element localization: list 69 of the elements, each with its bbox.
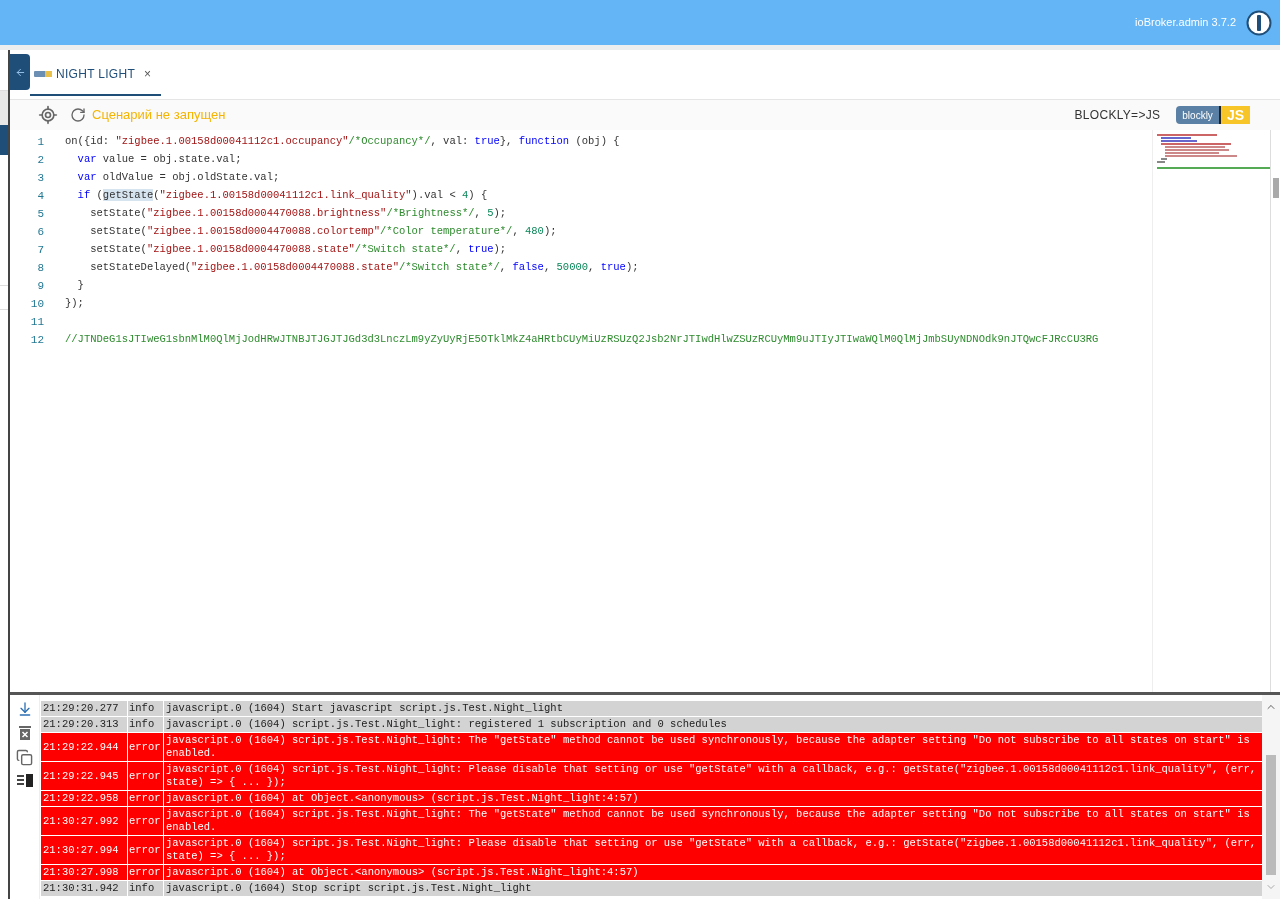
minimap[interactable] bbox=[1152, 130, 1270, 692]
log-time: 21:29:20.277 bbox=[41, 701, 128, 716]
code-line: var value = obj.state.val; bbox=[76, 152, 242, 168]
log-message: javascript.0 (1604) script.js.Test.Night_light: Please disable that setting or use "getState" with a callback, e.g.: getState("zigbee.1.00158d00041112c1.link_quality", (err, state) => { ... }); bbox=[164, 762, 1262, 790]
line-number: 5 bbox=[36, 206, 44, 222]
script-tab[interactable]: NIGHT LIGHT × bbox=[30, 53, 162, 96]
log-severity: info bbox=[128, 701, 164, 716]
log-severity: error bbox=[128, 791, 164, 806]
log-severity: error bbox=[128, 762, 164, 790]
log-severity: info bbox=[128, 881, 164, 896]
log-time: 21:29:22.945 bbox=[41, 762, 128, 790]
line-number: 1 bbox=[36, 134, 44, 150]
log-time: 21:29:22.958 bbox=[41, 791, 128, 806]
log-severity: error bbox=[128, 865, 164, 880]
line-number: 3 bbox=[36, 170, 44, 186]
scrollbar-thumb[interactable] bbox=[1266, 755, 1276, 875]
code-line: } bbox=[76, 278, 84, 294]
code-line: setStateDelayed("zigbee.1.00158d0004470088.state"/*Switch state*/, false, 50000, true); bbox=[89, 260, 639, 276]
script-status: Сценарий не запущен bbox=[92, 106, 226, 125]
code-line: }); bbox=[65, 296, 84, 312]
back-button[interactable] bbox=[10, 54, 30, 90]
line-number: 8 bbox=[36, 260, 44, 276]
code-line: setState("zigbee.1.00158d0004470088.state"/*Switch state*/, true); bbox=[89, 242, 507, 258]
editor-scrollbar[interactable] bbox=[1270, 130, 1280, 692]
close-button[interactable]: × bbox=[144, 64, 152, 83]
log-time: 21:30:27.994 bbox=[41, 836, 128, 864]
line-number: 2 bbox=[36, 152, 44, 168]
scrollbar-thumb[interactable] bbox=[1273, 178, 1279, 198]
code-line: //JTNDeG1sJTIweG1sbnMlM0QlMjJodHRwJTNBJTJGJTJGd3d3LnczLm9yZyUyRjE5OTklMkZ4aHRtbCUyMiUzRSUzQ2Jsb2NrJTIwdHlwZSUzRCUyMm9uJTIyJTIwaWQlM0QlMjJmbSUyNDNOdk9nJTQwcFJRcCU3RG bbox=[65, 332, 1099, 348]
clear-log-button[interactable] bbox=[17, 725, 32, 741]
log-message: javascript.0 (1604) at Object.<anonymous> (script.js.Test.Night_light:4:57) bbox=[164, 791, 1262, 806]
code-line: var oldValue = obj.oldState.val; bbox=[76, 170, 280, 186]
log-message: javascript.0 (1604) at Object.<anonymous> (script.js.Test.Night_light:4:57) bbox=[164, 865, 1262, 880]
log-severity: error bbox=[128, 733, 164, 761]
line-number: 6 bbox=[36, 224, 44, 240]
log-message: javascript.0 (1604) script.js.Test.Night_light: The "getState" method cannot be used synchronously, because the adapter setting "Do not subscribe to all states on start" is enabled. bbox=[164, 807, 1262, 835]
log-message: javascript.0 (1604) script.js.Test.Night_light: Please disable that setting or use "getState" with a callback, e.g.: getState("zigbee.1.00158d00041112c1.link_quality", (err, state) => { ... }); bbox=[164, 836, 1262, 864]
log-time: 21:30:27.998 bbox=[41, 865, 128, 880]
line-number: 9 bbox=[36, 278, 44, 294]
code-line: setState("zigbee.1.00158d0004470088.colortemp"/*Color temperature*/, 480); bbox=[89, 224, 557, 240]
code-line: on({id: "zigbee.1.00158d00041112c1.occupancy"/*Occupancy*/, val: true}, function (obj) { bbox=[65, 134, 620, 150]
log-message: javascript.0 (1604) script.js.Test.Night_light: registered 1 subscription and 0 schedules bbox=[164, 717, 1262, 732]
copy-button[interactable] bbox=[16, 749, 33, 766]
log-time: 21:29:22.944 bbox=[41, 733, 128, 761]
refresh-button[interactable] bbox=[70, 107, 86, 123]
line-number: 7 bbox=[36, 242, 44, 258]
log-message: javascript.0 (1604) Start javascript script.js.Test.Night_light bbox=[164, 701, 1262, 716]
code-line: if (getState("zigbee.1.00158d00041112c1.link_quality").val < 4) { bbox=[76, 188, 488, 204]
app-title: ioBroker.admin 3.7.2 bbox=[1135, 15, 1236, 31]
code-line: setState("zigbee.1.00158d0004470088.brightness"/*Brightness*/, 5); bbox=[89, 206, 507, 222]
log-severity: error bbox=[128, 836, 164, 864]
log-message: javascript.0 (1604) Stop script script.js.Test.Night_light bbox=[164, 881, 1262, 896]
log-time: 21:29:20.313 bbox=[41, 717, 128, 732]
columns-button[interactable] bbox=[16, 774, 33, 788]
line-number: 10 bbox=[29, 296, 44, 312]
blockly-icon bbox=[33, 69, 53, 78]
logo-icon bbox=[1246, 9, 1272, 36]
line-number: 4 bbox=[36, 188, 44, 204]
log-scrollbar[interactable] bbox=[1262, 695, 1280, 899]
locate-button[interactable] bbox=[38, 105, 58, 125]
log-message: javascript.0 (1604) script.js.Test.Night_light: The "getState" method cannot be used synchronously, because the adapter setting "Do not subscribe to all states on start" is enabled. bbox=[164, 733, 1262, 761]
line-number: 12 bbox=[29, 332, 44, 348]
log-time: 21:30:31.942 bbox=[41, 881, 128, 896]
back-icon bbox=[14, 66, 26, 78]
log-severity: error bbox=[128, 807, 164, 835]
line-number: 11 bbox=[29, 314, 44, 330]
log-severity: info bbox=[128, 717, 164, 732]
convert-label: BLOCKLY=>JS bbox=[1074, 107, 1161, 124]
log-time: 21:30:27.992 bbox=[41, 807, 128, 835]
